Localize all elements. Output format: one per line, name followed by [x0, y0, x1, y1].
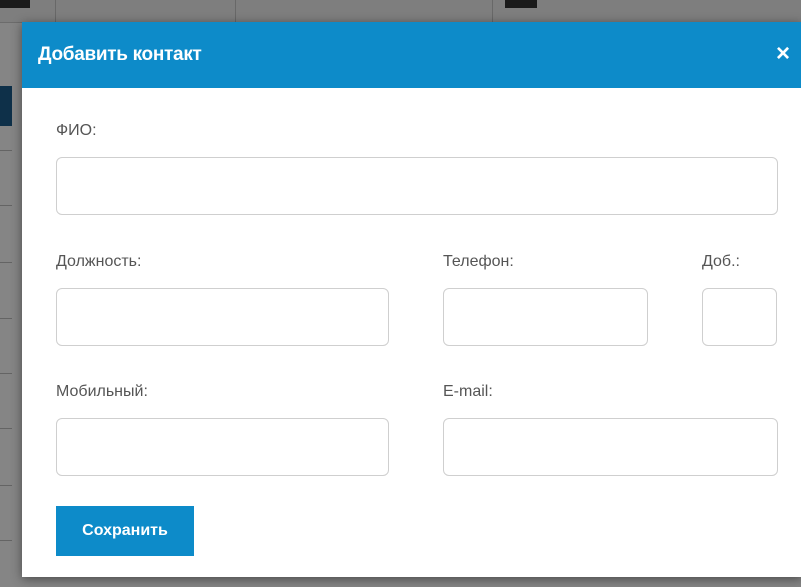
mobile-input[interactable] [56, 418, 389, 476]
dialog-header: Добавить контакт × [22, 22, 801, 88]
fio-label: ФИО: [56, 122, 97, 139]
position-input[interactable] [56, 288, 389, 346]
close-icon[interactable]: × [770, 40, 796, 68]
extension-input[interactable] [702, 288, 777, 346]
position-label: Должность: [56, 253, 142, 270]
phone-input[interactable] [443, 288, 648, 346]
extension-label: Доб.: [702, 253, 740, 270]
email-input[interactable] [443, 418, 778, 476]
fio-input[interactable] [56, 157, 778, 215]
email-label: E-mail: [443, 383, 493, 400]
phone-label: Телефон: [443, 253, 514, 270]
add-contact-dialog: Добавить контакт × ФИО: Должность: Телеф… [22, 22, 801, 577]
dialog-title: Добавить контакт [38, 44, 202, 65]
save-button[interactable]: Сохранить [56, 506, 194, 556]
mobile-label: Мобильный: [56, 383, 148, 400]
